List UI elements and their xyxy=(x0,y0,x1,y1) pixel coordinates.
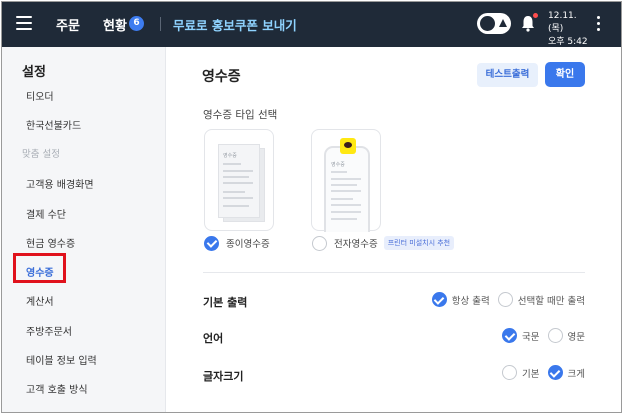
top-bar: 주문 현황 6 무료로 홍보쿠폰 보내기 12.11. (목) 오후 5:42 xyxy=(2,2,621,47)
option-font-large[interactable]: 크게 xyxy=(547,365,585,380)
option-english[interactable]: 영문 xyxy=(547,328,585,343)
paper-receipt-card[interactable]: 영수증 xyxy=(204,129,274,231)
recommend-tag: 프린터 미설치시 추천 xyxy=(383,236,455,250)
option-font-default[interactable]: 기본 xyxy=(502,365,540,380)
language-options: 국문 영문 xyxy=(494,328,585,343)
nav-status[interactable]: 현황 xyxy=(103,15,127,34)
paper-receipt-option[interactable]: 종이영수증 xyxy=(204,235,270,251)
menu-icon[interactable] xyxy=(16,16,32,30)
mode-toggle[interactable] xyxy=(477,13,511,34)
paper-receipt-icon: 영수증 xyxy=(218,144,260,218)
radio-icon xyxy=(502,365,518,380)
paper-card-title: 영수증 xyxy=(223,153,237,159)
sidebar-item-payment[interactable]: 결제 수단 xyxy=(26,206,66,221)
font-size-options: 기본 크게 xyxy=(494,365,585,380)
option-always-print[interactable]: 항상 출력 xyxy=(431,292,490,307)
font-size-label: 글자크기 xyxy=(203,370,244,383)
page-title: 영수증 xyxy=(202,69,241,85)
checked-icon xyxy=(204,235,219,251)
triangle-icon xyxy=(499,19,507,27)
sidebar-item-table-info[interactable]: 테이블 정보 입력 xyxy=(26,352,97,367)
selection-highlight xyxy=(13,253,66,283)
kakao-chat-icon xyxy=(340,138,356,154)
confirm-button[interactable]: 확인 xyxy=(545,62,585,87)
clock-date: 12.11. (목) xyxy=(548,11,577,34)
radio-icon xyxy=(312,235,327,251)
sidebar-item-torder[interactable]: 티오더 xyxy=(26,88,54,103)
toggle-knob xyxy=(480,16,495,31)
phone-receipt-icon: 영수증 xyxy=(324,146,370,232)
more-icon[interactable] xyxy=(597,16,601,32)
radio-icon xyxy=(497,292,513,307)
sidebar-item-call-method[interactable]: 고객 호출 방식 xyxy=(26,381,88,396)
digital-card-title: 영수증 xyxy=(331,162,345,168)
sidebar-item-cash-receipt[interactable]: 현금 영수증 xyxy=(26,235,75,250)
sidebar-group-label: 맞춤 설정 xyxy=(22,149,60,160)
app-window: 주문 현황 6 무료로 홍보쿠폰 보내기 12.11. (목) 오후 5:42 … xyxy=(1,1,622,413)
sidebar-item-kitchen-order[interactable]: 주방주문서 xyxy=(26,323,72,338)
notification-dot xyxy=(533,13,538,18)
radio-icon xyxy=(547,328,563,343)
status-count-badge: 6 xyxy=(129,16,144,31)
digital-receipt-option[interactable]: 전자영수증 프린터 미설치시 추천 xyxy=(312,235,455,251)
promo-coupon-link[interactable]: 무료로 홍보쿠폰 보내기 xyxy=(173,15,297,34)
option-print-on-select[interactable]: 선택할 때만 출력 xyxy=(497,292,585,307)
default-print-label: 기본 출력 xyxy=(203,296,248,309)
nav-order[interactable]: 주문 xyxy=(56,15,80,34)
sidebar-item-background[interactable]: 고객용 배경화면 xyxy=(26,176,94,191)
digital-option-label: 전자영수증 xyxy=(334,239,378,250)
section-divider xyxy=(203,272,585,273)
main-panel: 영수증 테스트출력 확인 영수증 타입 선택 영수증 영수증 종이영수증 전자영… xyxy=(166,47,621,412)
checked-icon xyxy=(547,365,563,380)
test-print-button[interactable]: 테스트출력 xyxy=(477,63,538,87)
option-korean[interactable]: 국문 xyxy=(502,328,540,343)
sidebar-title: 설정 xyxy=(22,65,46,80)
language-label: 언어 xyxy=(203,332,224,345)
paper-option-label: 종이영수증 xyxy=(226,239,270,250)
checked-icon xyxy=(431,292,447,307)
default-print-options: 항상 출력 선택할 때만 출력 xyxy=(424,292,585,307)
bell-icon[interactable] xyxy=(521,13,538,32)
checked-icon xyxy=(502,328,518,343)
sidebar-item-invoice[interactable]: 계산서 xyxy=(26,293,54,308)
sidebar-item-prepaid-card[interactable]: 한국선불카드 xyxy=(26,117,81,132)
nav-divider xyxy=(160,17,161,31)
digital-receipt-card[interactable]: 영수증 xyxy=(311,129,381,232)
sidebar: 설정 티오더 한국선불카드 맞춤 설정 고객용 배경화면 결제 수단 현금 영수… xyxy=(2,47,166,412)
clock: 12.11. (목) 오후 5:42 xyxy=(548,10,588,49)
receipt-type-label: 영수증 타입 선택 xyxy=(203,109,278,121)
